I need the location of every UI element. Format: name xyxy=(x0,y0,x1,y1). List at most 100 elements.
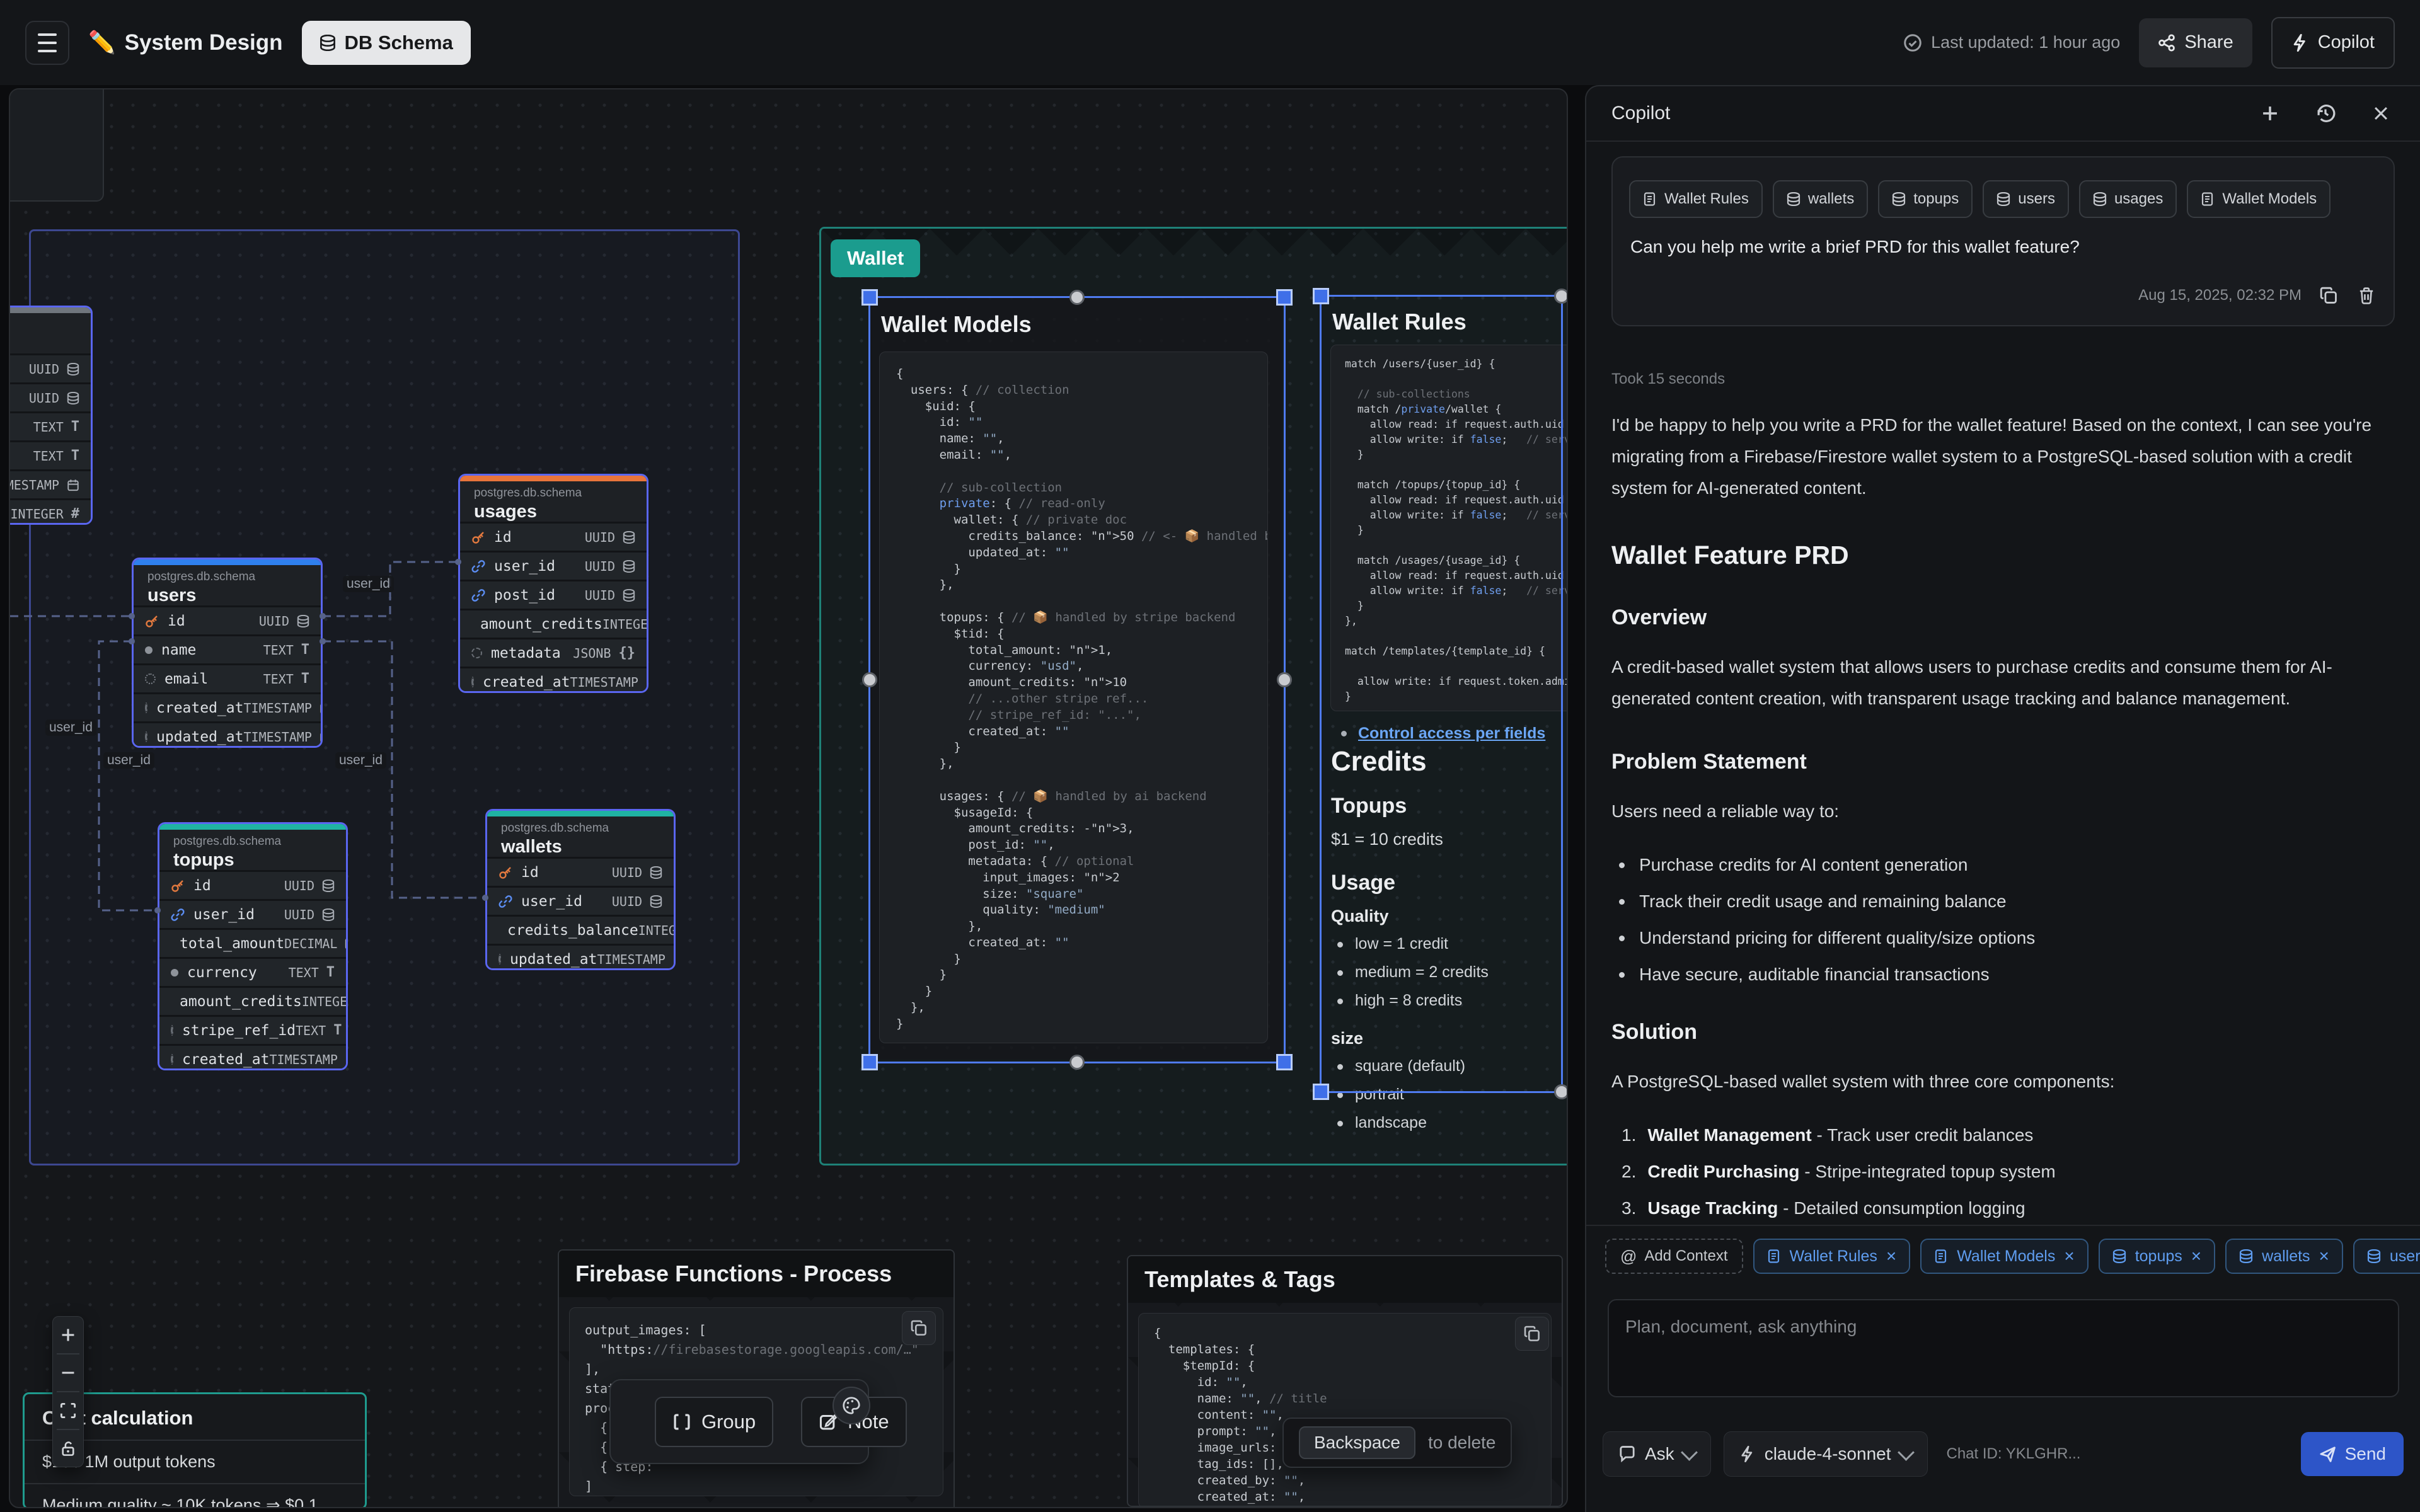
context-chip[interactable]: users xyxy=(1983,180,2069,218)
database-icon xyxy=(2239,1249,2253,1263)
wallet-models-title: Wallet Models xyxy=(881,311,1032,338)
model-selector[interactable]: claude-4-sonnet xyxy=(1724,1431,1928,1477)
database-icon xyxy=(2093,192,2107,206)
remove-context-icon[interactable] xyxy=(2191,1246,2201,1266)
resize-handle[interactable] xyxy=(1313,1084,1329,1100)
context-chip[interactable]: usages xyxy=(2079,180,2177,218)
new-chat-button[interactable] xyxy=(2256,100,2284,127)
menu-button[interactable] xyxy=(25,21,69,65)
attached-context-chip[interactable]: users xyxy=(2353,1239,2420,1274)
clock-check-icon xyxy=(1903,33,1922,52)
edge-label: user_id xyxy=(45,719,96,736)
resize-handle[interactable] xyxy=(861,289,878,306)
document-icon xyxy=(1767,1249,1781,1263)
copy-message-button[interactable] xyxy=(2318,285,2339,306)
resize-handle[interactable] xyxy=(1277,672,1292,687)
copy-icon xyxy=(911,1320,927,1336)
chat-history-button[interactable] xyxy=(2312,100,2339,127)
attached-context-chip[interactable]: topups xyxy=(2099,1239,2215,1274)
bullet-item: Track their credit usage and remaining b… xyxy=(1639,891,2395,912)
wallet-models-code[interactable]: { users: { // collection $uid: { id: "" … xyxy=(879,352,1268,1043)
zoom-toolbar xyxy=(52,1316,84,1467)
copy-code-button[interactable] xyxy=(1515,1317,1549,1351)
database-icon xyxy=(320,35,336,51)
zoom-in-button[interactable] xyxy=(53,1317,83,1353)
backspace-key: Backspace xyxy=(1299,1426,1415,1459)
context-chip[interactable]: Wallet Models xyxy=(2187,180,2331,218)
document-icon xyxy=(1643,192,1657,206)
send-button[interactable]: Send xyxy=(2301,1432,2404,1476)
solution-item: 2. Credit Purchasing - Stripe-integrated… xyxy=(1622,1162,2395,1182)
solution-item: 3. Usage Tracking - Detailed consumption… xyxy=(1622,1198,2395,1218)
plus-icon xyxy=(60,1327,76,1343)
document-icon xyxy=(2201,192,2215,206)
chat-scroll-area[interactable]: Wallet Rules wallets topups xyxy=(1586,142,2420,1225)
chevron-down-icon xyxy=(1898,1444,1915,1461)
close-panel-button[interactable] xyxy=(2367,100,2395,127)
bolt-icon xyxy=(1739,1446,1756,1462)
plus-icon xyxy=(2261,104,2279,123)
problem-bullet-list: Purchase credits for AI content generati… xyxy=(1611,855,2395,985)
bullet-item: Purchase credits for AI content generati… xyxy=(1639,855,2395,875)
remove-context-icon[interactable] xyxy=(2064,1246,2074,1266)
wallet-rules-title: Wallet Rules xyxy=(1332,309,1466,335)
style-palette-button[interactable] xyxy=(833,1387,870,1424)
mode-selector[interactable]: Ask xyxy=(1603,1431,1711,1477)
delete-message-button[interactable] xyxy=(2356,285,2377,306)
chat-mode-icon xyxy=(1618,1445,1636,1463)
resize-handle[interactable] xyxy=(1554,1084,1568,1099)
solution-item: 1. Wallet Management - Track user credit… xyxy=(1622,1125,2395,1145)
copy-icon xyxy=(2320,287,2337,304)
overview-heading: Overview xyxy=(1611,605,2395,630)
problem-text: Users need a reliable way to: xyxy=(1611,796,2395,827)
database-icon xyxy=(1997,192,2010,206)
diagram-canvas[interactable]: Wallet user_id user_id user_id user_id xyxy=(9,88,1568,1508)
bolt-icon xyxy=(2291,34,2309,52)
resize-handle[interactable] xyxy=(862,672,877,687)
canvas-toolbar: Group Note xyxy=(609,1379,869,1464)
resize-handle[interactable] xyxy=(1313,288,1329,304)
wallet-group-label[interactable]: Wallet xyxy=(831,239,920,277)
resize-handle[interactable] xyxy=(1069,1055,1085,1070)
document-title: ✏️ System Design xyxy=(88,30,283,55)
copilot-title: Copilot xyxy=(1611,103,1670,124)
add-context-button[interactable]: Add Context xyxy=(1605,1239,1743,1274)
copilot-header: Copilot xyxy=(1586,86,2420,142)
copy-code-button[interactable] xyxy=(902,1311,936,1345)
lock-canvas-button[interactable] xyxy=(53,1430,83,1467)
database-icon xyxy=(1892,192,1906,206)
cost-line-2: Medium quality ~ 10K tokens ⇒ $0.1 per i… xyxy=(25,1484,365,1508)
remove-context-icon[interactable] xyxy=(1886,1246,1896,1266)
bullet-item: Understand pricing for different quality… xyxy=(1639,928,2395,948)
user-message-card: Wallet Rules wallets topups xyxy=(1611,156,2395,326)
tab-db-schema[interactable]: DB Schema xyxy=(302,21,471,65)
context-chip[interactable]: wallets xyxy=(1773,180,1868,218)
attached-context-chip[interactable]: Wallet Rules xyxy=(1753,1239,1911,1274)
send-icon xyxy=(2319,1445,2336,1463)
share-button[interactable]: Share xyxy=(2139,18,2252,67)
database-icon xyxy=(2112,1249,2126,1263)
attached-context-chip[interactable]: Wallet Models xyxy=(1920,1239,2088,1274)
attached-context-chip[interactable]: wallets xyxy=(2225,1239,2343,1274)
close-icon xyxy=(2372,105,2390,122)
resize-handle[interactable] xyxy=(861,1054,878,1070)
copilot-button[interactable]: Copilot xyxy=(2271,17,2395,69)
resize-handle[interactable] xyxy=(1554,289,1568,304)
edge-label: user_id xyxy=(335,752,386,769)
group-button[interactable]: Group xyxy=(655,1397,773,1447)
fit-screen-icon xyxy=(60,1402,76,1419)
context-chip[interactable]: Wallet Rules xyxy=(1629,180,1763,218)
copy-icon xyxy=(1524,1326,1540,1342)
document-icon xyxy=(1934,1249,1948,1263)
edge-label: user_id xyxy=(103,752,154,769)
overview-text: A credit-based wallet system that allows… xyxy=(1611,651,2395,714)
resize-handle[interactable] xyxy=(1069,290,1085,305)
zoom-out-button[interactable] xyxy=(53,1354,83,1391)
resize-handle[interactable] xyxy=(1276,1054,1293,1070)
context-chip[interactable]: topups xyxy=(1878,180,1973,218)
chat-input[interactable]: Plan, document, ask anything xyxy=(1608,1299,2399,1397)
fit-view-button[interactable] xyxy=(53,1392,83,1429)
minus-icon xyxy=(60,1365,76,1381)
resize-handle[interactable] xyxy=(1276,289,1293,306)
remove-context-icon[interactable] xyxy=(2319,1246,2329,1266)
